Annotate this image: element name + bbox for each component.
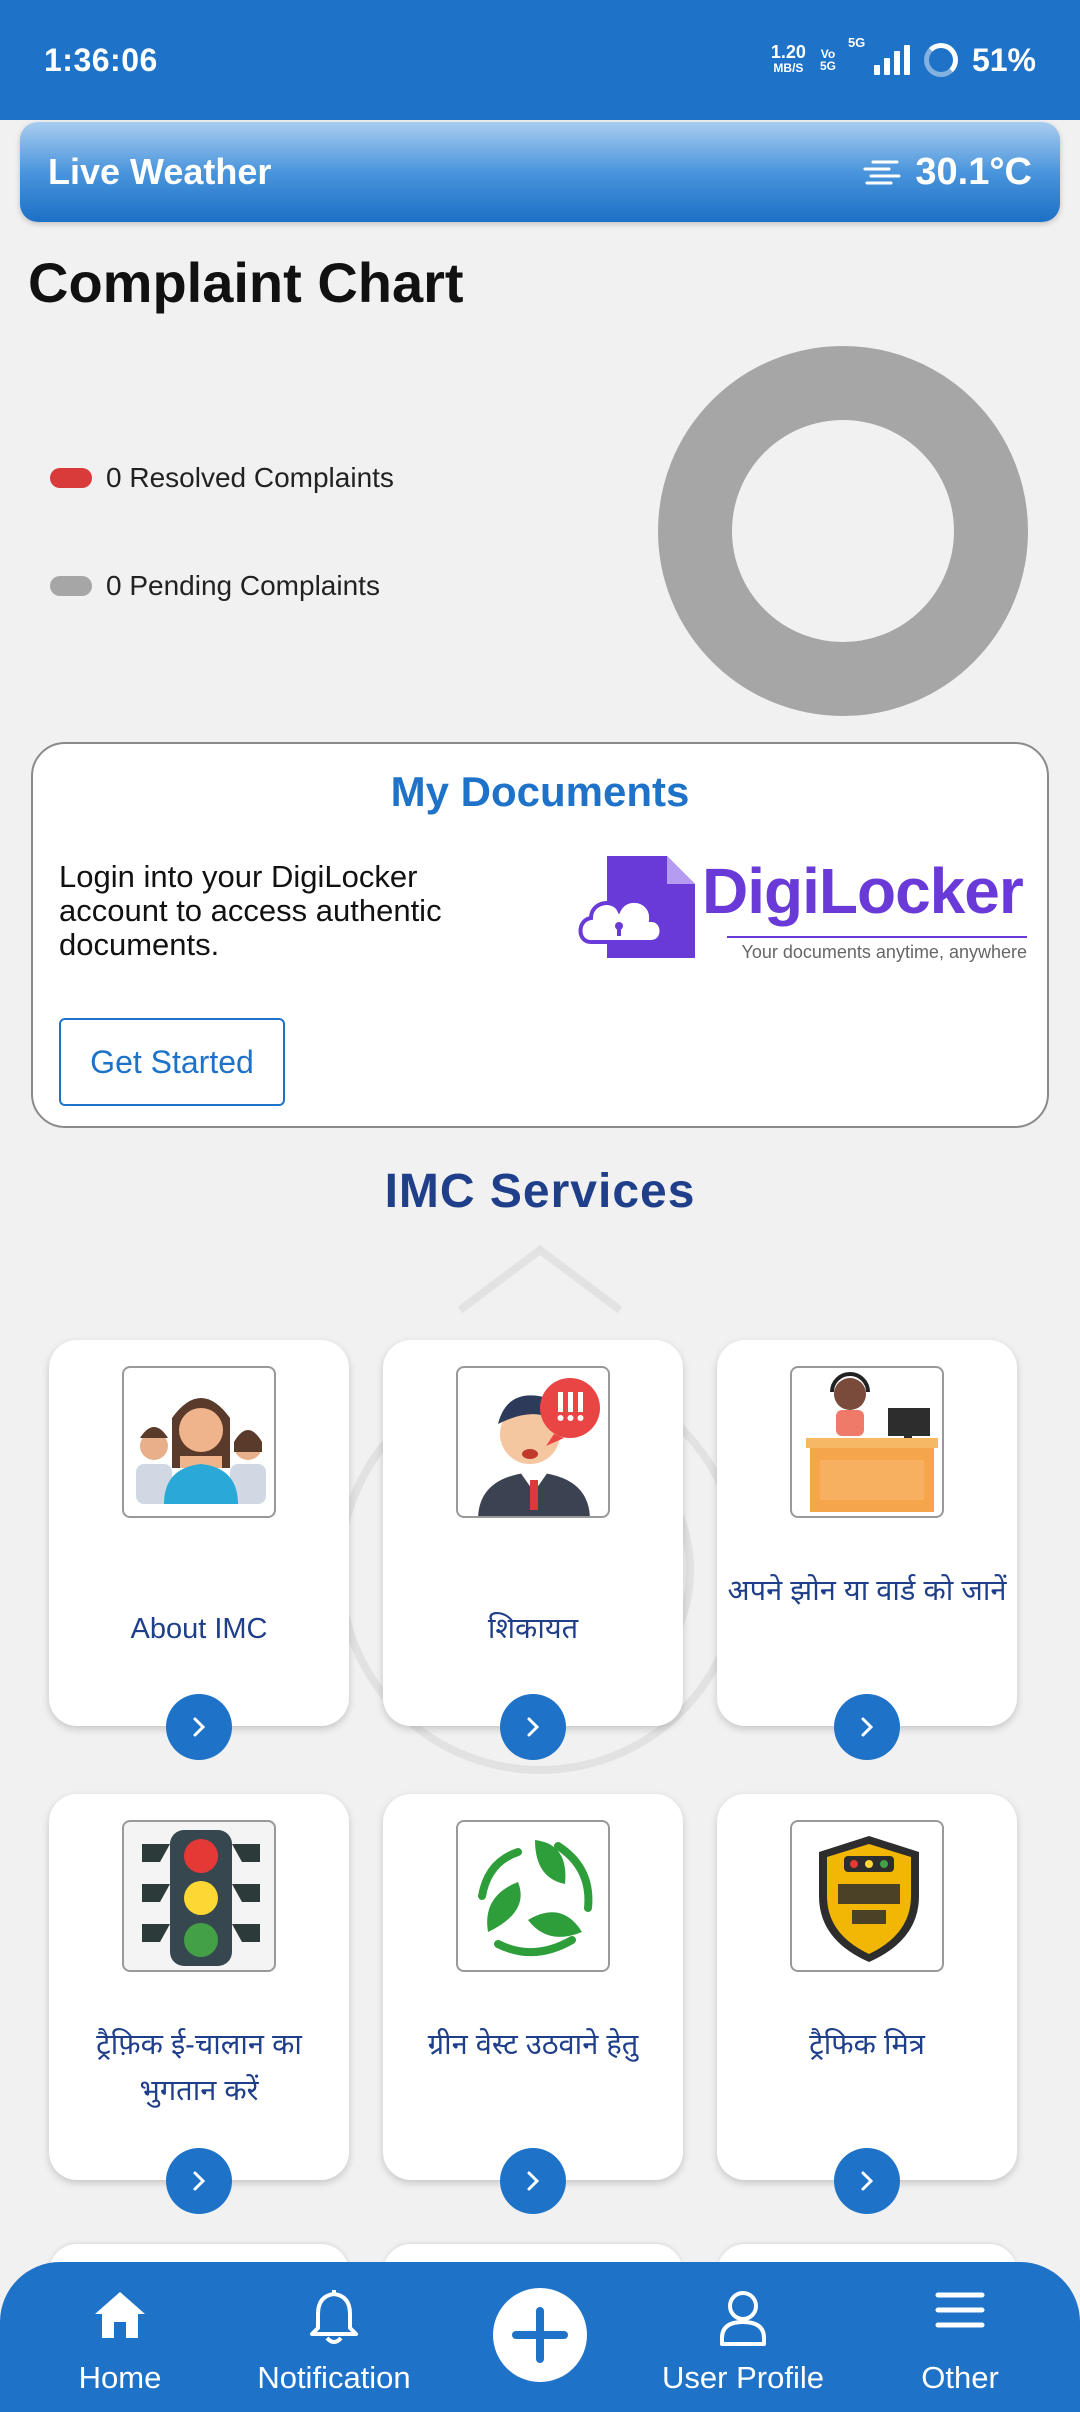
legend-resolved: 0 Resolved Complaints bbox=[50, 462, 394, 494]
nav-user-profile-label: User Profile bbox=[662, 2360, 824, 2395]
net-speed-unit: MB/S bbox=[773, 61, 804, 75]
nav-user-profile[interactable]: User Profile bbox=[650, 2262, 836, 2412]
volte-icon: Vo 5G bbox=[820, 48, 836, 72]
live-weather-bar[interactable]: Live Weather 30.1°C bbox=[20, 122, 1060, 222]
service-label: About IMC bbox=[130, 1613, 268, 1645]
nav-home[interactable]: Home bbox=[40, 2262, 200, 2412]
documents-title: My Documents bbox=[390, 768, 690, 815]
legend-pending: 0 Pending Complaints bbox=[50, 570, 380, 602]
plus-circle-icon bbox=[512, 2307, 568, 2363]
digilocker-logo[interactable]: DigiLocker Your documents anytime, anywh… bbox=[577, 854, 1033, 966]
network-type: 5G bbox=[847, 35, 866, 50]
chevron-right-icon[interactable] bbox=[834, 2148, 900, 2214]
chevron-right-icon[interactable] bbox=[500, 2148, 566, 2214]
people-icon bbox=[122, 1366, 276, 1518]
chevron-right-icon[interactable] bbox=[500, 1694, 566, 1760]
weather-title: Live Weather bbox=[48, 151, 272, 192]
complaint-chart-title: Complaint Chart bbox=[28, 251, 464, 314]
legend-pending-swatch bbox=[50, 576, 92, 596]
chevron-right-icon[interactable] bbox=[834, 1694, 900, 1760]
complaint-person-icon bbox=[456, 1366, 610, 1518]
service-card-about-imc[interactable]: About IMC bbox=[49, 1340, 349, 1760]
help-desk-icon bbox=[790, 1366, 944, 1518]
service-label: ट्रैफिक मित्र bbox=[809, 2029, 925, 2061]
service-card-complaint[interactable]: शिकायत bbox=[383, 1340, 683, 1760]
weather-temperature: 30.1°C bbox=[915, 150, 1032, 193]
service-card-traffic-mitra[interactable]: ट्रैफिक मित्र bbox=[717, 1794, 1017, 2214]
haze-icon bbox=[863, 160, 901, 185]
nav-notification-label: Notification bbox=[257, 2360, 411, 2395]
status-bar: 1:36:06 1.20 MB/S Vo 5G 5G 51% bbox=[0, 0, 1080, 120]
add-complaint-button[interactable] bbox=[493, 2288, 587, 2382]
volte-bottom: 5G bbox=[819, 59, 836, 73]
battery-icon bbox=[923, 43, 958, 77]
legend-resolved-swatch bbox=[50, 468, 92, 488]
digilocker-tagline: Your documents anytime, anywhere bbox=[727, 936, 1027, 963]
chevron-right-icon[interactable] bbox=[166, 2148, 232, 2214]
nav-other-label: Other bbox=[921, 2360, 999, 2395]
status-icons: 1.20 MB/S Vo 5G 5G 51% bbox=[770, 35, 1036, 79]
chevron-right-icon[interactable] bbox=[166, 1694, 232, 1760]
net-speed-value: 1.20 bbox=[770, 42, 806, 62]
legend-resolved-label: 0 Resolved Complaints bbox=[106, 462, 394, 493]
menu-icon bbox=[935, 2292, 985, 2328]
digilocker-name: DigiLocker bbox=[702, 855, 1024, 927]
donut-ring bbox=[658, 346, 1028, 716]
documents-description: Login into your DigiLocker account to ac… bbox=[59, 859, 442, 962]
home-icon bbox=[95, 2292, 145, 2338]
net-speed: 1.20 MB/S bbox=[770, 42, 806, 76]
nav-other[interactable]: Other bbox=[890, 2262, 1030, 2412]
traffic-mitra-badge-icon bbox=[790, 1820, 944, 1972]
traffic-light-icon bbox=[122, 1820, 276, 1972]
status-time: 1:36:06 bbox=[44, 41, 158, 78]
battery-level: 51% bbox=[971, 41, 1036, 78]
signal-icon: 5G bbox=[848, 35, 910, 75]
complaint-donut-chart[interactable] bbox=[658, 346, 1028, 716]
service-card-e-challan[interactable]: ट्रैफ़िक ई-चालान का भुगतान करें bbox=[49, 1794, 349, 2214]
service-label: ट्रैफ़िक ई-चालान का भुगतान करें bbox=[96, 2029, 302, 2107]
legend-pending-label: 0 Pending Complaints bbox=[106, 570, 380, 601]
nav-home-label: Home bbox=[78, 2360, 162, 2395]
service-card-know-zone[interactable]: अपने झोन या वार्ड को जानें bbox=[717, 1340, 1017, 1760]
service-label: अपने झोन या वार्ड को जानें bbox=[727, 1575, 1007, 1607]
recycle-leaf-icon bbox=[456, 1820, 610, 1972]
get-started-button[interactable]: Get Started bbox=[59, 1018, 285, 1106]
service-card-green-waste[interactable]: ग्रीन वेस्ट उठवाने हेतु bbox=[383, 1794, 683, 2214]
nav-notification[interactable]: Notification bbox=[234, 2262, 434, 2412]
service-label: शिकायत bbox=[487, 1613, 579, 1645]
user-icon bbox=[720, 2291, 766, 2346]
service-label: ग्रीन वेस्ट उठवाने हेतु bbox=[427, 2029, 639, 2061]
my-documents-card: My Documents Login into your DigiLocker … bbox=[31, 742, 1049, 1128]
bell-icon bbox=[310, 2290, 358, 2344]
digilocker-cloud-icon bbox=[578, 856, 695, 958]
